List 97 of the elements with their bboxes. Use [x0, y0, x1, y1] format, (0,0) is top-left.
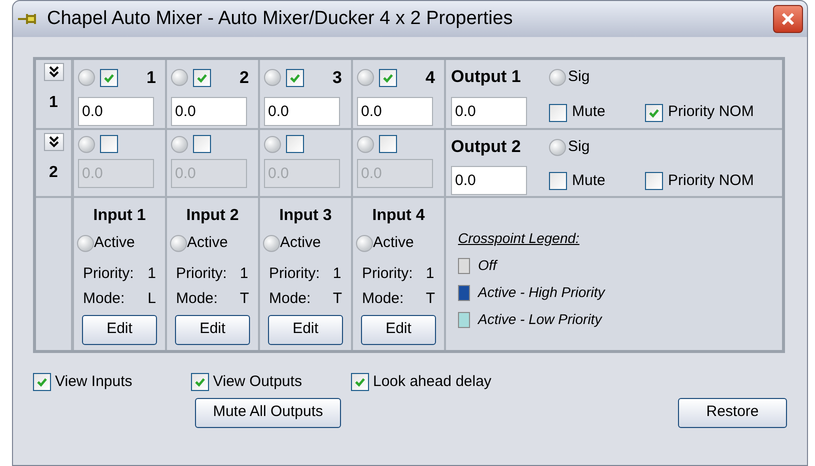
- value-field[interactable]: 0.0: [78, 96, 154, 126]
- indicator-light: [78, 69, 95, 86]
- signal-label: Sig: [568, 136, 590, 157]
- chevrons-down-icon: [48, 66, 58, 78]
- input-number: 3: [332, 67, 342, 89]
- button[interactable]: Restore: [678, 398, 787, 428]
- value-field[interactable]: 0.0: [171, 96, 247, 126]
- indicator-light: [171, 136, 188, 152]
- indicator-light: [264, 136, 281, 152]
- checkbox[interactable]: [549, 172, 567, 190]
- output-name: Output 2: [451, 136, 522, 158]
- mode-value: L: [148, 289, 156, 309]
- checkbox[interactable]: [33, 373, 51, 392]
- indicator-light: [356, 234, 373, 252]
- signal-label: Sig: [568, 67, 590, 88]
- mode-caption: Mode:: [362, 289, 405, 309]
- input-number: 2: [240, 67, 249, 89]
- active-label: Active: [94, 233, 135, 253]
- priority-caption: Priority:: [176, 264, 228, 284]
- priority-label: Priority NOM: [668, 102, 754, 122]
- checkmark-icon: [194, 376, 206, 388]
- checkmark-icon: [354, 376, 366, 388]
- input-name: Input 2: [186, 206, 239, 226]
- output-name: Output 1: [451, 66, 522, 88]
- legend-label: Active - High Priority: [478, 283, 605, 302]
- mode-caption: Mode:: [83, 289, 126, 309]
- mute-label: Mute: [572, 102, 606, 122]
- checkmark-icon: [382, 72, 394, 84]
- checkbox[interactable]: [645, 104, 663, 122]
- checkbox[interactable]: [379, 68, 397, 87]
- input-name: Input 4: [372, 206, 425, 226]
- checkbox[interactable]: [286, 68, 304, 87]
- value-field[interactable]: 0.0: [451, 97, 527, 126]
- indicator-light: [171, 69, 188, 86]
- row-number: 1: [49, 93, 58, 113]
- button[interactable]: Edit: [175, 314, 250, 344]
- checkmark-icon: [289, 72, 301, 84]
- value-field[interactable]: 0.0: [357, 96, 433, 126]
- option-label: Look ahead delay: [373, 372, 492, 392]
- checkmark-icon: [196, 72, 208, 84]
- priority-value: 1: [332, 264, 342, 284]
- checkmark-icon: [103, 72, 115, 84]
- option-label: View Outputs: [213, 372, 302, 392]
- mute-label: Mute: [572, 170, 606, 191]
- priority-value: 1: [148, 264, 156, 284]
- active-label: Active: [373, 233, 414, 253]
- input-number: 4: [426, 67, 435, 89]
- close-icon: [780, 11, 796, 27]
- indicator-light: [170, 234, 187, 252]
- checkmark-icon: [36, 376, 48, 388]
- checkbox[interactable]: [191, 373, 209, 392]
- priority-value: 1: [426, 264, 435, 284]
- checkmark-icon: [648, 106, 660, 119]
- priority-label: Priority NOM: [668, 170, 754, 191]
- priority-value: 1: [240, 264, 249, 284]
- checkbox[interactable]: [549, 104, 567, 122]
- indicator-light: [263, 234, 280, 252]
- priority-caption: Priority:: [362, 264, 414, 284]
- legend-title: Crosspoint Legend:: [458, 229, 580, 248]
- input-name: Input 1: [93, 206, 146, 226]
- checkbox[interactable]: [645, 172, 663, 190]
- checkbox[interactable]: [100, 68, 118, 87]
- input-name: Input 3: [279, 206, 332, 226]
- button[interactable]: Edit: [361, 314, 436, 344]
- window-title: Chapel Auto Mixer - Auto Mixer/Ducker 4 x 2 Properties: [47, 6, 514, 31]
- mode-value: T: [240, 289, 249, 309]
- indicator-light: [549, 69, 566, 86]
- legend-label: Active - Low Priority: [478, 310, 602, 329]
- active-label: Active: [187, 233, 228, 253]
- checkbox[interactable]: [193, 68, 211, 87]
- indicator-light: [357, 136, 374, 152]
- priority-caption: Priority:: [83, 264, 135, 284]
- indicator-light: [78, 136, 95, 152]
- priority-caption: Priority:: [269, 264, 321, 284]
- option-label: View Inputs: [55, 372, 132, 392]
- indicator-light: [549, 138, 566, 156]
- mode-value: T: [426, 289, 435, 309]
- button[interactable]: Mute All Outputs: [195, 398, 341, 428]
- active-label: Active: [280, 233, 321, 253]
- mode-value: T: [332, 289, 342, 309]
- row-number: 2: [49, 163, 58, 183]
- indicator-light: [357, 69, 374, 86]
- legend-label: Off: [478, 256, 497, 275]
- indicator-light: [77, 234, 94, 252]
- input-number: 1: [146, 67, 156, 89]
- indicator-light: [264, 69, 281, 86]
- mode-caption: Mode:: [176, 289, 219, 309]
- value-field[interactable]: 0.0: [451, 166, 527, 196]
- expand-button[interactable]: [44, 133, 64, 151]
- mode-caption: Mode:: [269, 289, 312, 309]
- button[interactable]: Edit: [82, 314, 157, 344]
- value-field[interactable]: 0.0: [264, 96, 340, 126]
- close-button[interactable]: [773, 5, 803, 33]
- chevrons-down-icon: [48, 136, 58, 148]
- button[interactable]: Edit: [268, 314, 343, 344]
- checkbox[interactable]: [351, 373, 369, 392]
- expand-button[interactable]: [44, 63, 64, 81]
